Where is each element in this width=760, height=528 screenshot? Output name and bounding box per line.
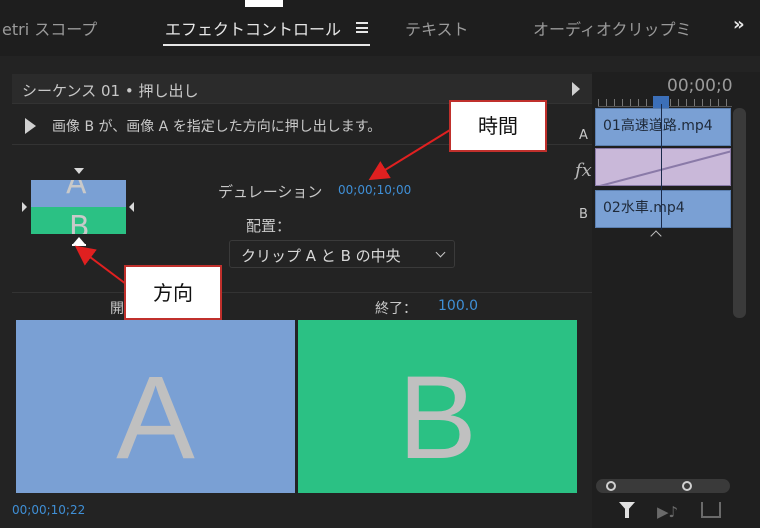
sequence-expand-icon[interactable] (572, 82, 580, 96)
fx-icon: fx (575, 160, 592, 181)
thumbnail-b-letter: B (69, 210, 90, 234)
vertical-scrollbar[interactable] (733, 108, 746, 318)
preview-play-icon[interactable] (25, 118, 36, 134)
preview-clip-a: A (16, 320, 295, 493)
clip-b-name: 02水車.mp4 (603, 200, 685, 216)
end-value[interactable]: 100.0 (438, 298, 478, 314)
direction-south-icon[interactable] (73, 237, 85, 244)
panel-tab-bar: etri スコープ エフェクトコントロール テキスト オーディオクリップミ » (0, 0, 760, 56)
play-audio-icon[interactable]: ▶♪ (657, 503, 678, 521)
more-tabs-icon[interactable]: » (733, 14, 745, 35)
transition-thumbnail: A B (31, 180, 126, 234)
chevron-down-icon (435, 247, 446, 258)
timeline-timecode: 00;00;0 (667, 76, 733, 96)
effect-controls-window: etri スコープ エフェクトコントロール テキスト オーディオクリップミ » … (0, 0, 760, 528)
sequence-title: シーケンス 01 • 押し出し (22, 82, 199, 100)
start-label: 開 (110, 301, 124, 317)
alignment-dropdown[interactable]: クリップ A と B の中央 (229, 240, 455, 268)
playhead-line (661, 104, 662, 230)
direction-east-icon[interactable] (129, 202, 134, 212)
preview-a-letter: A (116, 352, 195, 484)
current-timecode[interactable]: 00;00;10;22 (12, 503, 85, 517)
transition-clip[interactable] (595, 148, 731, 186)
tab-text[interactable]: テキスト (405, 16, 469, 40)
clip-a-name: 01高速道路.mp4 (603, 118, 713, 134)
zoom-right-handle[interactable] (682, 481, 692, 491)
preview-b-letter: B (398, 352, 477, 484)
panel-menu-icon[interactable] (356, 22, 368, 33)
thumbnail-a-letter: A (66, 180, 87, 201)
tab-lumetri-scopes[interactable]: etri スコープ (2, 16, 97, 40)
filter-icon-stem (625, 509, 629, 518)
end-label: 終了： (375, 301, 417, 317)
direction-west-icon[interactable] (22, 202, 27, 212)
window-edge-marker (245, 0, 283, 7)
direction-north-icon[interactable] (74, 168, 84, 174)
alignment-value: クリップ A と B の中央 (241, 247, 401, 265)
preview-clip-b: B (298, 320, 577, 493)
duration-value[interactable]: 00;00;10;00 (338, 183, 411, 197)
divider (12, 292, 592, 293)
effect-description: 画像 B が、画像 A を指定した方向に押し出します。 (52, 119, 382, 135)
direction-south-selected-icon (72, 244, 86, 246)
annotation-time-callout: 時間 (449, 100, 547, 152)
clip-b[interactable]: 02水車.mp4 (595, 190, 731, 228)
zoom-scrollbar[interactable] (596, 479, 730, 493)
zoom-left-handle[interactable] (606, 481, 616, 491)
tab-effect-controls[interactable]: エフェクトコントロール (165, 16, 341, 40)
transition-diagonal-icon (599, 150, 730, 185)
annotation-direction-callout: 方向 (124, 265, 222, 320)
track-b-label: B (579, 207, 588, 222)
duration-label: デュレーション (218, 183, 323, 201)
track-a-label: A (579, 128, 588, 143)
tab-audio-clip-mixer[interactable]: オーディオクリップミ (533, 16, 692, 40)
alignment-label: 配置： (246, 217, 292, 235)
active-tab-indicator (163, 44, 370, 46)
clip-a[interactable]: 01高速道路.mp4 (595, 108, 731, 146)
export-icon[interactable] (701, 502, 721, 518)
